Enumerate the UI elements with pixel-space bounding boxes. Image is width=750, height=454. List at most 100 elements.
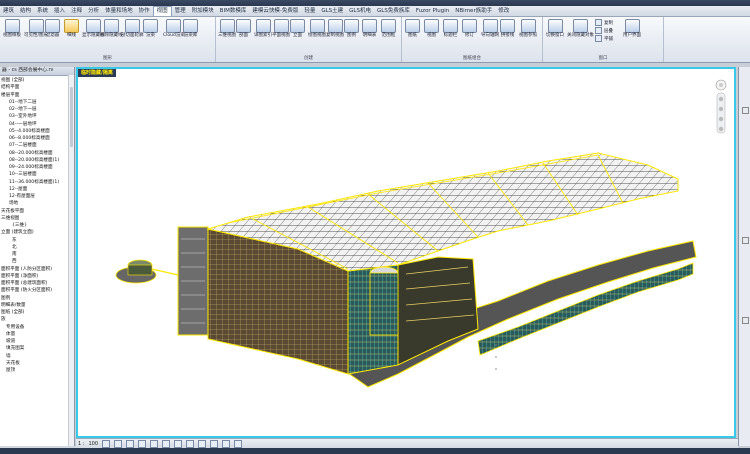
browser-tree-item[interactable]: 三维视图 (0, 215, 74, 222)
scale-value[interactable]: 100 (88, 441, 98, 447)
browser-tree-item[interactable]: 图纸 (全部) (0, 309, 74, 316)
callout-button[interactable]: 详图索引 (254, 19, 272, 38)
building-model[interactable] (78, 69, 734, 436)
browser-tree-item[interactable]: 族 (0, 316, 74, 323)
shadows-icon[interactable] (138, 440, 147, 448)
render-gallery-button[interactable]: 渲染库 (183, 19, 198, 38)
user-interface-button[interactable]: 用户界面 (623, 19, 641, 38)
browser-tree-item[interactable]: 05--4.000标高楼面 (0, 128, 74, 135)
detail-level-icon[interactable] (102, 440, 111, 448)
browser-tree-item[interactable]: 楼层平面 (0, 92, 74, 99)
visual-style-icon[interactable] (114, 440, 123, 448)
highlight-displacement-icon[interactable] (234, 440, 243, 448)
guide-grid-button[interactable]: 导向轴网 (481, 19, 499, 38)
browser-tree-item[interactable]: 04--一层地坪 (0, 121, 74, 128)
reveal-hidden-icon[interactable] (210, 440, 219, 448)
browser-tree-item[interactable]: 09--24.000标高楼面 (0, 164, 74, 171)
browser-tree-item[interactable]: 12-有屋面层 (0, 193, 74, 200)
browser-tree-item[interactable]: 立面 (建筑立面) (0, 229, 74, 236)
ribbon-tab[interactable]: 视图 (152, 6, 172, 16)
browser-tree-item[interactable]: 02--地下一层 (0, 106, 74, 113)
analytical-model-icon[interactable] (222, 440, 231, 448)
properties-panel-edge[interactable] (738, 67, 750, 446)
render-button[interactable]: 渲染 (143, 19, 158, 38)
browser-tree-item[interactable]: 06--8.000标高楼面 (0, 135, 74, 142)
remove-hidden-lines-button[interactable]: 删除隐藏线 (100, 19, 123, 38)
ribbon-tab[interactable]: 管理 (172, 6, 189, 16)
cloud-render-button[interactable]: Cloud渲染 (163, 19, 185, 38)
browser-tree-item[interactable]: 10--三层楼面 (0, 171, 74, 178)
ribbon-tab[interactable]: 轻量 (301, 6, 318, 16)
browser-tree-item[interactable]: 面积平面 (净面积) (0, 273, 74, 280)
browser-tree-item[interactable]: 北 (0, 244, 74, 251)
browser-tree-item[interactable]: 面积平面 (人防分区面积) (0, 266, 74, 273)
browser-tree-item[interactable]: 01--地下二层 (0, 99, 74, 106)
ribbon-tab[interactable]: 体量和场地 (102, 6, 136, 16)
browser-tree-item[interactable]: 面积平面 (防火分区面积) (0, 287, 74, 294)
view-reference-button[interactable]: 视图参照 (519, 19, 537, 38)
browser-tree-item[interactable]: 12--屋面 (0, 186, 74, 193)
browser-tree-item[interactable]: 明细表/数量 (0, 302, 74, 309)
project-browser-scrollbar[interactable] (68, 75, 74, 446)
matchline-button[interactable]: 拼接线 (500, 19, 515, 38)
ribbon-tab[interactable]: 修改 (495, 6, 512, 16)
ribbon-tab[interactable]: 附加模块 (189, 6, 217, 16)
view-template-button[interactable]: 视图样板 (3, 19, 21, 38)
browser-tree-item[interactable]: 天花板平面 (0, 208, 74, 215)
ribbon-tab[interactable]: Fuzor Plugin (413, 6, 452, 16)
tile-button[interactable]: 平铺 (595, 35, 613, 42)
ribbon-tab[interactable]: 结构 (17, 6, 34, 16)
browser-tree-item[interactable]: 图例 (0, 295, 74, 302)
lock-view-icon[interactable] (186, 440, 195, 448)
revisions-button[interactable]: 修订 (462, 19, 477, 38)
browser-tree-item[interactable]: 墙 (0, 353, 74, 360)
render-dialog-icon[interactable] (150, 440, 159, 448)
schedules-button[interactable]: 明细表 (362, 19, 377, 38)
ribbon-tab[interactable]: GLS土建 (318, 6, 346, 16)
ribbon-tab[interactable]: GLS机电 (346, 6, 374, 16)
browser-tree-item[interactable]: 填充图案 (0, 345, 74, 352)
drafting-view-button[interactable]: 绘图视图 (308, 19, 326, 38)
ribbon-tab[interactable]: 协作 (136, 6, 153, 16)
close-hidden-button[interactable]: 关闭隐藏对象 (567, 19, 594, 38)
place-view-button[interactable]: 视图 (424, 19, 439, 38)
browser-tree-item[interactable]: 西 (0, 258, 74, 265)
browser-tree-item[interactable]: 南 (0, 251, 74, 258)
browser-tree-item[interactable]: 面积平面 (总建筑面积) (0, 280, 74, 287)
switch-windows-button[interactable]: 切换窗口 (546, 19, 564, 38)
title-block-button[interactable]: 标题栏 (443, 19, 458, 38)
ribbon-tab[interactable]: 建筑 (0, 6, 17, 16)
cut-profile-button[interactable]: 剖切面轮廓 (121, 19, 144, 38)
browser-tree-item[interactable]: 专用设备 (0, 324, 74, 331)
crop-view-icon[interactable] (162, 440, 171, 448)
3d-view-button[interactable]: 三维视图 (218, 19, 236, 38)
browser-tree-item[interactable]: 体量 (0, 331, 74, 338)
browser-tree-item[interactable]: 11--36.000标高楼面(1) (0, 179, 74, 186)
browser-tree-item[interactable]: 场地 (0, 200, 74, 207)
browser-tree-item[interactable]: 08--20.000标高楼面 (0, 150, 74, 157)
ribbon-tab[interactable]: 插入 (51, 6, 68, 16)
thin-lines-button[interactable]: 细线 (64, 19, 79, 38)
navigation-bar[interactable] (715, 79, 727, 143)
3d-viewport[interactable]: 临时隐藏/隔离 (76, 67, 736, 438)
browser-tree-item[interactable]: {三维} (0, 222, 74, 229)
sun-path-icon[interactable] (126, 440, 135, 448)
temporary-hide-icon[interactable] (198, 440, 207, 448)
ribbon-tab[interactable]: BIM数模库 (217, 6, 250, 16)
sheet-button[interactable]: 图纸 (405, 19, 420, 38)
scrollbar-thumb[interactable] (70, 87, 73, 147)
replicate-button[interactable]: 复制 (595, 19, 613, 26)
show-crop-region-icon[interactable] (174, 440, 183, 448)
browser-tree-item[interactable]: 08--20.000标高楼面(1) (0, 157, 74, 164)
duplicate-view-button[interactable]: 复制视图 (326, 19, 344, 38)
scope-box-button[interactable]: 范围框 (381, 19, 396, 38)
ribbon-tab[interactable]: 注释 (68, 6, 85, 16)
plan-views-button[interactable]: 平面视图 (272, 19, 290, 38)
ribbon-tab[interactable]: GLS免费族库 (374, 6, 413, 16)
ribbon-tab[interactable]: 分析 (85, 6, 102, 16)
browser-tree-item[interactable]: 03--室外地坪 (0, 113, 74, 120)
browser-tree-item[interactable]: 结构平面 (0, 84, 74, 91)
browser-tree-item[interactable]: 视图 (全部) (0, 77, 74, 84)
section-button[interactable]: 剖面 (236, 19, 251, 38)
cascade-button[interactable]: 层叠 (595, 27, 613, 34)
